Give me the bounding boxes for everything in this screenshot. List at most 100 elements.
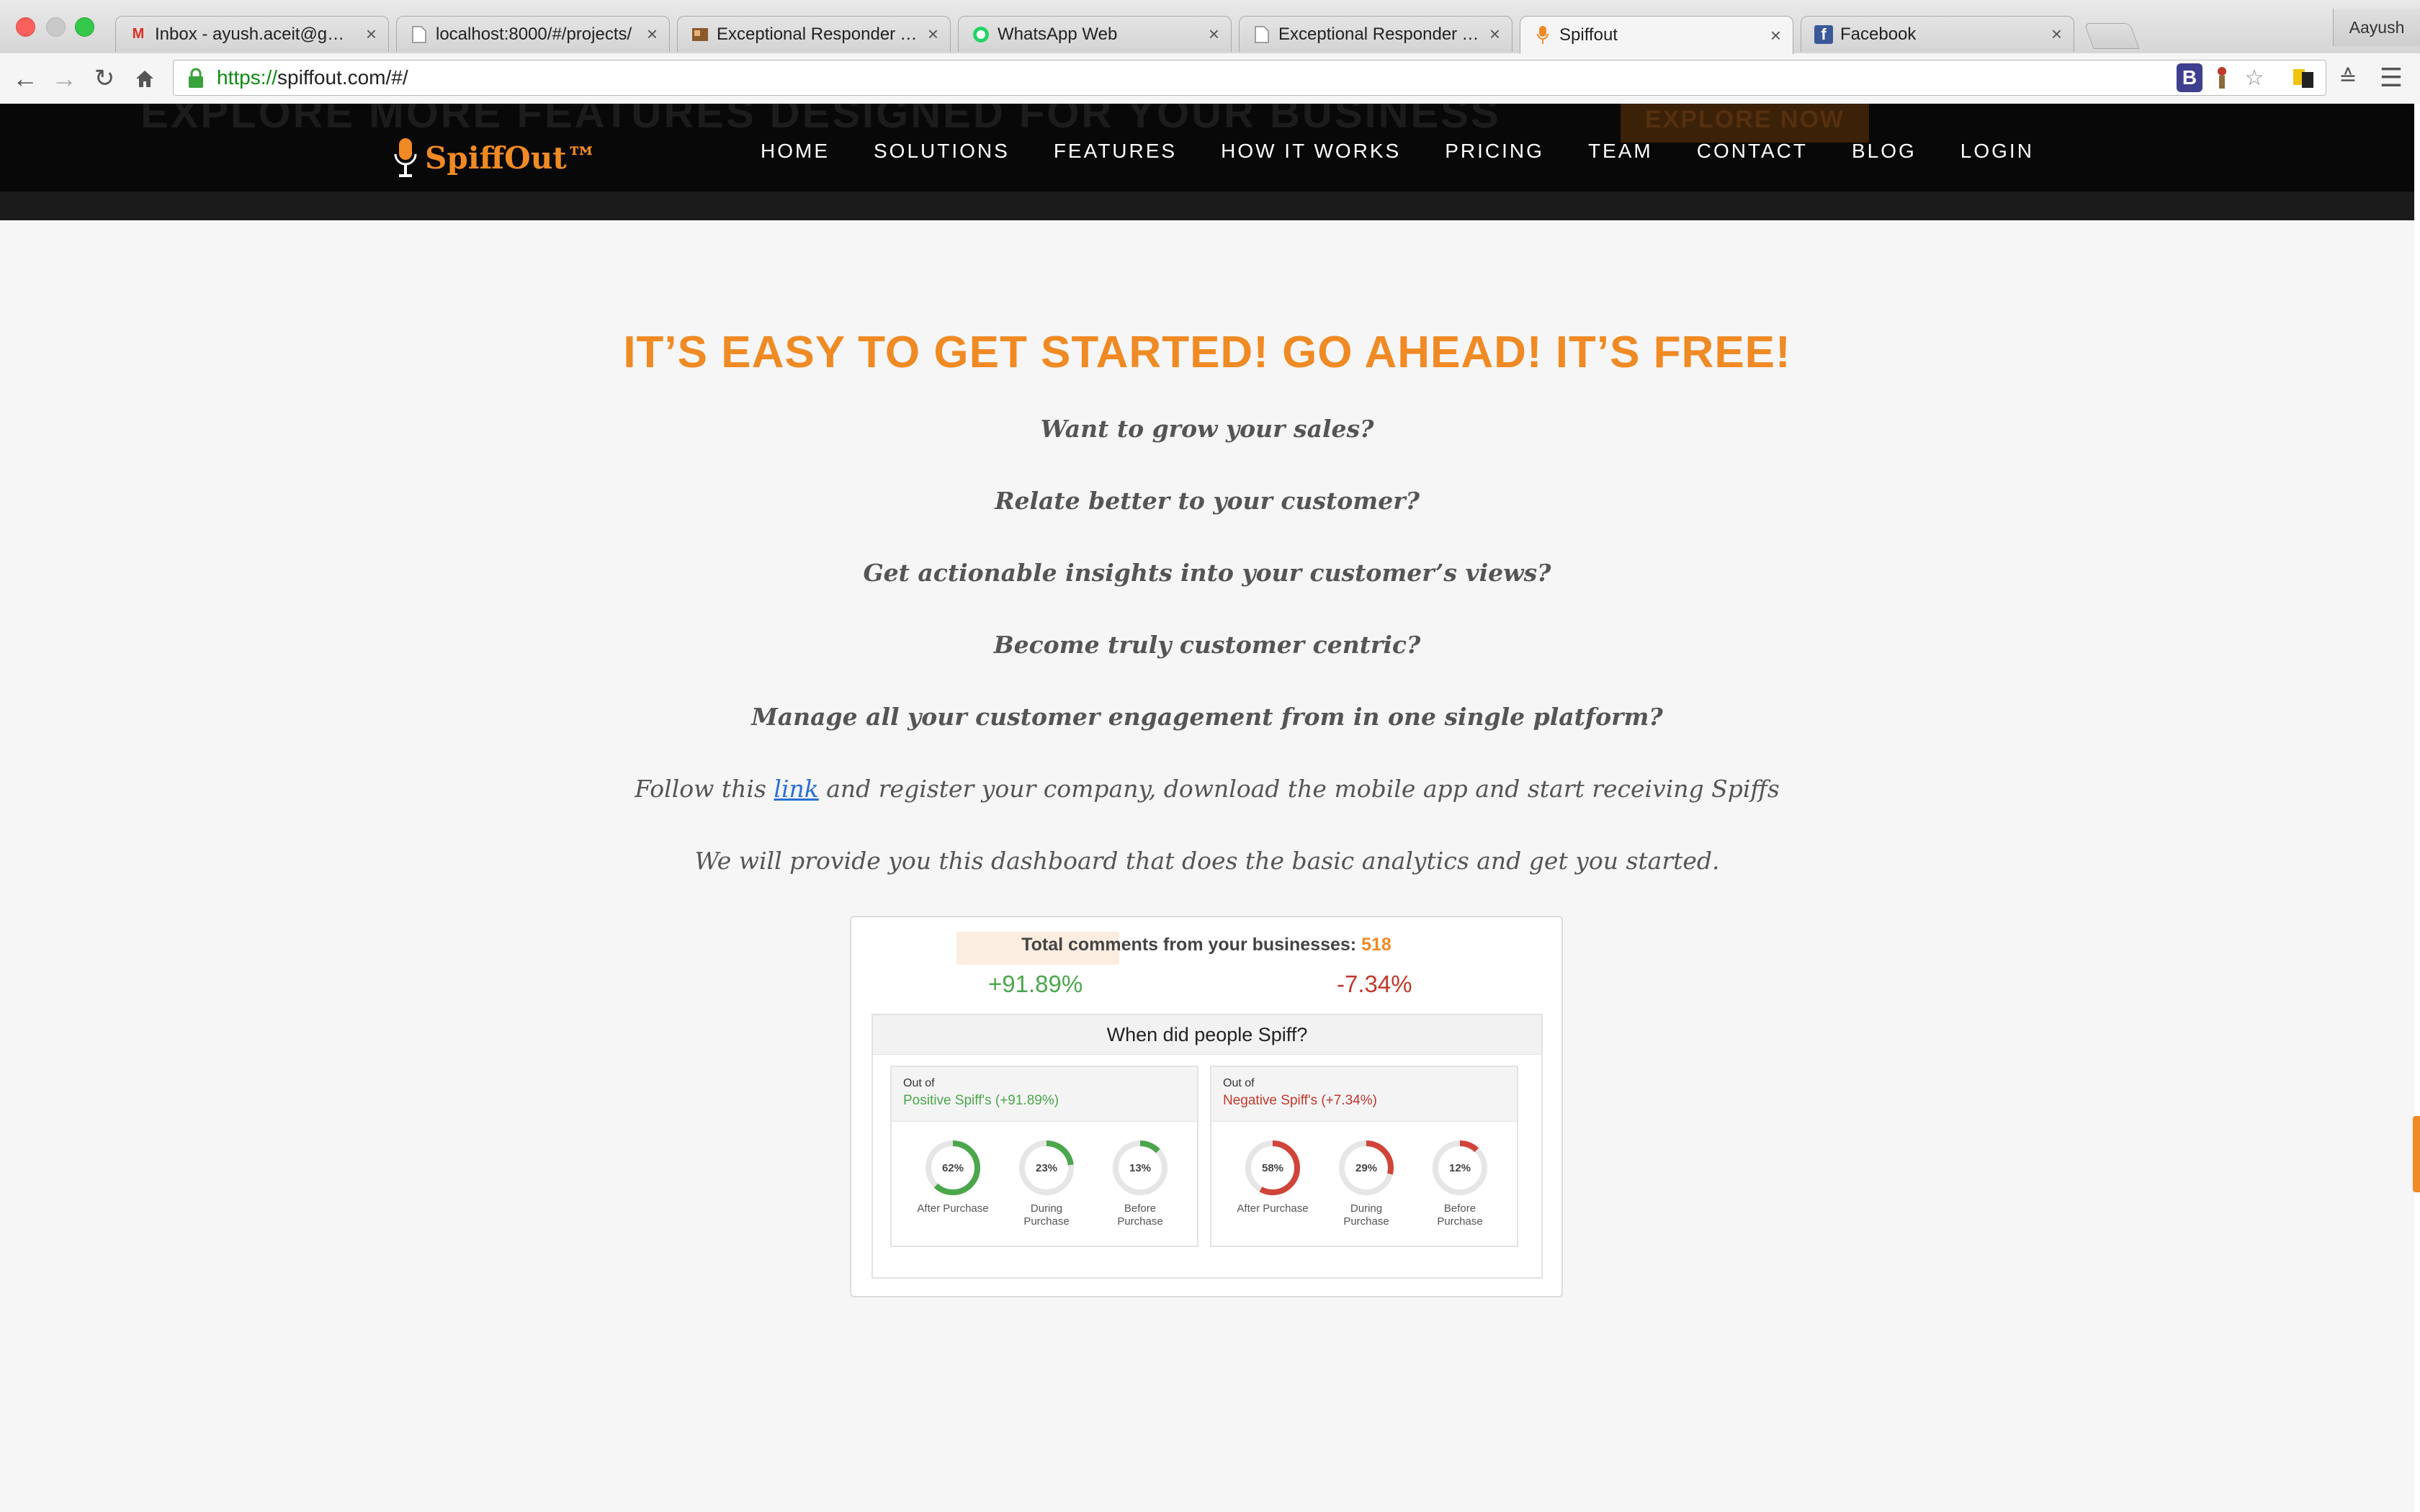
donut-gauge: 29% During Purchase	[1327, 1138, 1406, 1228]
panel-title: When did people Spiff?	[873, 1015, 1541, 1055]
minimize-window-button[interactable]	[46, 17, 66, 37]
menu-icon[interactable]: ☰	[2377, 63, 2406, 92]
close-tab-icon[interactable]: ×	[2051, 23, 2062, 45]
donut-chart: 23%	[1019, 1140, 1074, 1195]
new-tab-button[interactable]	[2084, 23, 2140, 49]
extension-icon[interactable]	[2289, 63, 2318, 92]
register-link[interactable]: link	[774, 775, 818, 803]
browser-toolbar: ← → ↻ https://spiffout.com/#/ B ☆ ≙ ☰	[0, 53, 2420, 104]
back-arrow-icon[interactable]: ←	[10, 63, 40, 94]
bootstrap-extension-icon[interactable]: B	[2177, 63, 2202, 92]
tab-title: WhatsApp Web	[998, 24, 1118, 44]
tab-gmail[interactable]: M Inbox - ayush.aceit@gmail.com ×	[115, 16, 389, 52]
facebook-icon: f	[1814, 24, 1833, 44]
nav-contact[interactable]: CONTACT	[1697, 140, 1808, 163]
close-tab-icon[interactable]: ×	[1209, 23, 1219, 45]
tab-title: Exceptional Responder Tool	[717, 24, 920, 44]
nav-team[interactable]: TEAM	[1588, 140, 1653, 163]
donut-caption: After Purchase	[1237, 1202, 1309, 1215]
donut-chart: 58%	[1245, 1140, 1300, 1195]
dashboard-preview: Total comments from your businesses: 518…	[850, 916, 1563, 1297]
scrollbar[interactable]	[2414, 104, 2420, 1512]
donut-chart: 13%	[1113, 1140, 1168, 1195]
page-viewport: EXPLORE MORE FEATURES DESIGNED FOR YOUR …	[0, 104, 2414, 1512]
navbar-shadow-strip	[0, 192, 2414, 220]
nav-login[interactable]: LOGIN	[1960, 140, 2034, 163]
donut-percent-label: 29%	[1355, 1162, 1377, 1174]
nav-how-it-works[interactable]: HOW IT WORKS	[1221, 140, 1401, 163]
follow-text-after: and register your company, download the …	[818, 775, 1780, 803]
page-headline: IT’S EASY TO GET STARTED! GO AHEAD! IT’S…	[623, 328, 1791, 377]
donut-gauge: 58% After Purchase	[1233, 1138, 1312, 1215]
lock-icon	[189, 68, 203, 88]
spiffout-icon	[1533, 26, 1552, 45]
question-single-platform: Manage all your customer engagement from…	[751, 703, 1663, 731]
main-menu: HOME SOLUTIONS FEATURES HOW IT WORKS PRI…	[761, 140, 2078, 163]
microphone-icon	[394, 138, 417, 177]
close-tab-icon[interactable]: ×	[928, 23, 938, 45]
site-navbar: EXPLORE MORE FEATURES DESIGNED FOR YOUR …	[0, 104, 2414, 192]
close-window-button[interactable]	[16, 17, 35, 37]
donut-percent-label: 13%	[1129, 1162, 1151, 1174]
hero-heading-behind-nav: EXPLORE MORE FEATURES DESIGNED FOR YOUR …	[140, 104, 1501, 137]
donut-gauge: 23% During Purchase	[1007, 1138, 1086, 1228]
tab-title: Facebook	[1840, 24, 1917, 44]
question-customer-centric: Become truly customer centric?	[993, 631, 1421, 659]
spiffout-logo[interactable]: SpiffOut™	[393, 137, 597, 179]
feedback-side-tab[interactable]	[2413, 1116, 2420, 1192]
positive-spiffs-label: Positive Spiff's (+91.89%)	[903, 1093, 1059, 1108]
card-header: Out of Positive Spiff's (+91.89%)	[892, 1067, 1197, 1122]
donut-percent-label: 62%	[942, 1162, 964, 1174]
reload-icon[interactable]: ↻	[89, 63, 120, 94]
home-icon[interactable]	[130, 63, 160, 94]
url-scheme: https://	[217, 66, 278, 89]
address-bar[interactable]: https://spiffout.com/#/	[173, 60, 2326, 96]
tab-title: localhost:8000/#/projects/	[436, 24, 632, 44]
card-header: Out of Negative Spiff's (+7.34%)	[1211, 1067, 1517, 1122]
nav-pricing[interactable]: PRICING	[1445, 140, 1544, 163]
donut-caption: Before Purchase	[1117, 1202, 1163, 1228]
nav-blog[interactable]: BLOG	[1852, 140, 1917, 163]
question-relate-customer: Relate better to your customer?	[995, 487, 1420, 515]
tab-spiffout[interactable]: Spiffout ×	[1520, 16, 1793, 54]
close-tab-icon[interactable]: ×	[1770, 24, 1781, 47]
extension-icon[interactable]: ≙	[2334, 63, 2362, 92]
donut-chart: 12%	[1433, 1140, 1487, 1195]
donut-gauge: 13% Before Purchase	[1101, 1138, 1180, 1228]
nav-solutions[interactable]: SOLUTIONS	[874, 140, 1010, 163]
donut-caption: Before Purchase	[1437, 1202, 1483, 1228]
donut-gauge: 62% After Purchase	[913, 1138, 992, 1215]
bookmark-star-icon[interactable]: ☆	[2240, 63, 2269, 92]
tab-title: Exceptional Responder Tool	[1278, 24, 1482, 44]
tab-responder-1[interactable]: Exceptional Responder Tool ×	[677, 16, 951, 52]
page-icon	[1252, 25, 1271, 44]
close-tab-icon[interactable]: ×	[647, 23, 658, 45]
when-spiff-panel: When did people Spiff? Out of Positive S…	[871, 1014, 1543, 1279]
donut-caption: After Purchase	[917, 1202, 989, 1215]
explore-now-button[interactable]: EXPLORE NOW	[1621, 104, 1869, 143]
extension-icon[interactable]	[2211, 63, 2233, 92]
tab-facebook[interactable]: f Facebook ×	[1801, 16, 2074, 52]
close-tab-icon[interactable]: ×	[1489, 23, 1500, 45]
tab-title: Spiffout	[1559, 25, 1618, 45]
donut-caption: During Purchase	[1023, 1202, 1070, 1228]
tab-responder-2[interactable]: Exceptional Responder Tool ×	[1239, 16, 1512, 52]
profile-button[interactable]: Aayush	[2333, 9, 2420, 46]
tab-whatsapp[interactable]: WhatsApp Web ×	[958, 16, 1232, 52]
browser-tabstrip: M Inbox - ayush.aceit@gmail.com × localh…	[0, 0, 2420, 54]
close-tab-icon[interactable]: ×	[366, 23, 377, 45]
total-comments: Total comments from your businesses: 518	[851, 935, 1561, 955]
donut-caption: During Purchase	[1343, 1202, 1389, 1228]
nav-home[interactable]: HOME	[761, 140, 830, 163]
url-text: spiffout.com/#/	[277, 66, 408, 89]
negative-spiffs-card: Out of Negative Spiff's (+7.34%) 58% Afte…	[1210, 1066, 1518, 1247]
nav-features[interactable]: FEATURES	[1054, 140, 1177, 163]
tab-localhost[interactable]: localhost:8000/#/projects/ ×	[396, 16, 670, 52]
negative-percentage: -7.34%	[1337, 971, 1412, 997]
donut-chart: 62%	[926, 1140, 980, 1195]
zoom-window-button[interactable]	[75, 17, 94, 37]
forward-arrow-icon[interactable]: →	[49, 63, 79, 94]
responder-icon	[691, 25, 709, 44]
out-of-label: Out of	[903, 1077, 935, 1089]
positive-spiffs-card: Out of Positive Spiff's (+91.89%) 62% Aft…	[890, 1066, 1198, 1247]
